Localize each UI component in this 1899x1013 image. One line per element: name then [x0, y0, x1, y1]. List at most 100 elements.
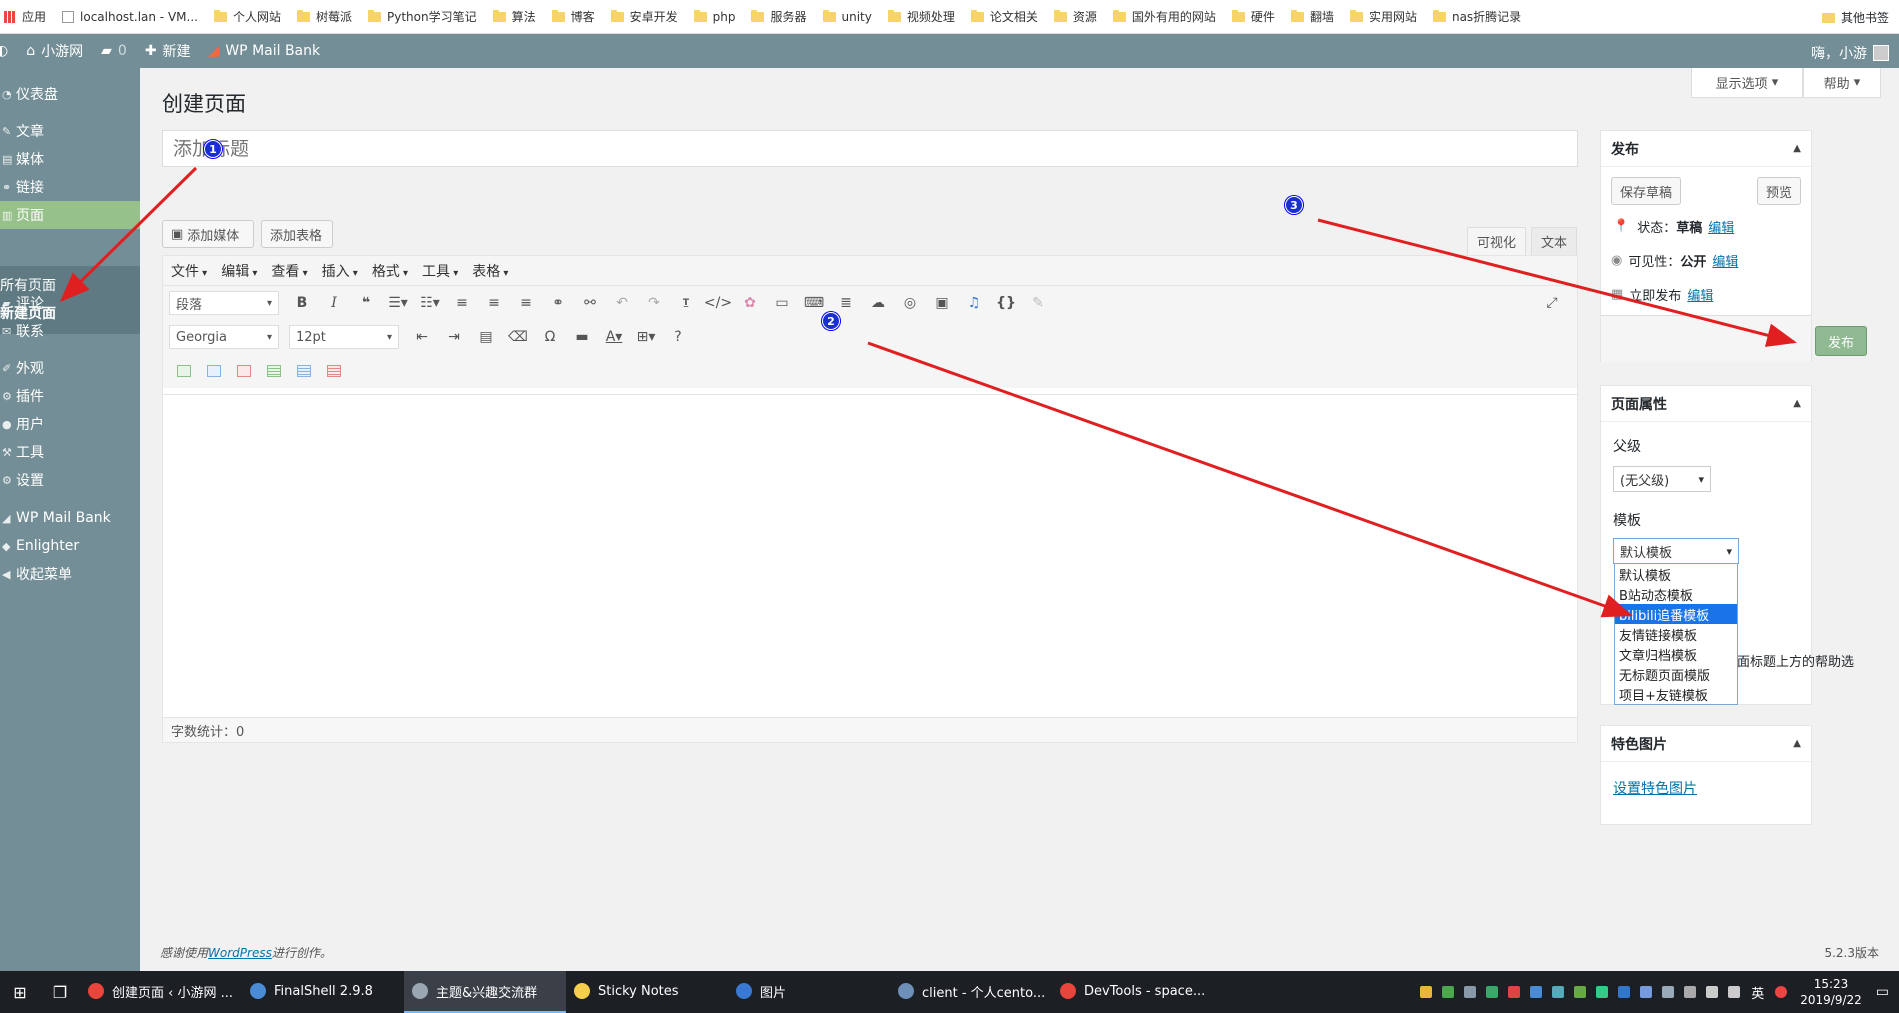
blue-box-icon[interactable]	[207, 365, 221, 377]
shield-icon[interactable]	[1420, 986, 1433, 998]
align-center-icon[interactable]: ≡	[481, 290, 507, 316]
title-input[interactable]	[162, 130, 1578, 167]
bookmark-item[interactable]: 服务器	[751, 8, 807, 25]
parent-select[interactable]: (无父级)	[1613, 466, 1711, 492]
text-color-icon[interactable]: A▾	[601, 324, 627, 350]
sidebar-item-enlighter[interactable]: ◆ Enlighter	[0, 532, 140, 560]
green-list-icon[interactable]	[267, 365, 281, 377]
unlink-icon[interactable]: ⚯	[577, 290, 603, 316]
bookmark-item[interactable]: 实用网站	[1349, 8, 1417, 25]
collapse-up-icon[interactable]: ▲	[1793, 398, 1801, 409]
sync-icon[interactable]	[1596, 986, 1609, 998]
edit-schedule-link[interactable]: 编辑	[1687, 285, 1713, 304]
blockquote-icon[interactable]: ❝	[353, 290, 379, 316]
template-option[interactable]: B站动态模板	[1615, 584, 1737, 604]
template-select[interactable]: 默认模板	[1613, 538, 1739, 564]
collapse-up-icon[interactable]: ▲	[1793, 738, 1801, 749]
featured-image-header[interactable]: 特色图片 ▲	[1601, 726, 1811, 762]
bold-icon[interactable]: B	[289, 290, 315, 316]
sidebar-item-wrench[interactable]: ⚒ 工具	[0, 438, 140, 466]
font-size-select[interactable]: 12pt	[289, 325, 399, 349]
sidebar-item-user[interactable]: ● 用户	[0, 410, 140, 438]
start-icon[interactable]: ⊞	[0, 971, 40, 1013]
bluetooth-icon[interactable]	[1618, 986, 1631, 998]
numbered-list-icon[interactable]: ☷▾	[417, 290, 443, 316]
bookmark-item[interactable]: 树莓派	[296, 8, 352, 25]
page-attributes-header[interactable]: 页面属性 ▲	[1601, 386, 1811, 422]
volume-icon[interactable]	[1728, 986, 1741, 998]
align-right-icon[interactable]: ≡	[513, 290, 539, 316]
notification-icon[interactable]: ▭	[1876, 984, 1889, 1000]
highlight-icon[interactable]: ✎	[1025, 290, 1051, 316]
taskbar-task[interactable]: FinalShell 2.9.8	[242, 971, 404, 1013]
bookmark-item[interactable]: 应用	[4, 8, 46, 25]
editor-menu-item[interactable]: 文件	[171, 261, 207, 281]
template-option[interactable]: 项目+友链模板	[1615, 684, 1737, 704]
red-box-icon[interactable]	[237, 365, 251, 377]
blue-list-icon[interactable]	[297, 365, 311, 377]
help-button[interactable]: 帮助 ▾	[1803, 68, 1881, 98]
red-list-icon[interactable]	[327, 365, 341, 377]
set-featured-image-link[interactable]: 设置特色图片	[1613, 778, 1697, 798]
comments-link[interactable]: ▰ 0	[101, 43, 127, 59]
template-option[interactable]: 默认模板	[1615, 564, 1737, 584]
sidebar-item-page[interactable]: ▥ 页面	[0, 201, 140, 229]
layers-icon[interactable]: ≣	[833, 290, 859, 316]
bookmark-item[interactable]: 翻墙	[1290, 8, 1334, 25]
sidebar-item-plugin[interactable]: ⚙ 插件	[0, 382, 140, 410]
cloud-icon[interactable]	[1640, 986, 1653, 998]
sidebar-item-mail[interactable]: ✉ 联系	[0, 317, 140, 345]
sidebar-item-comment[interactable]: ▰ 评论	[0, 289, 140, 317]
code-icon[interactable]: </>	[704, 290, 732, 316]
taskbar-task[interactable]: 创建页面 ‹ 小游网 ...	[80, 971, 242, 1013]
bookmark-item[interactable]: localhost.lan - VM...	[62, 10, 198, 24]
publish-button[interactable]: 发布	[1815, 326, 1867, 356]
tab-visual[interactable]: 可视化	[1467, 227, 1527, 255]
editor-menu-item[interactable]: 插入	[322, 261, 358, 281]
sogou-icon[interactable]	[1775, 986, 1788, 998]
site-name-link[interactable]: ⌂ 小游网	[26, 41, 83, 61]
bookmark-item[interactable]: 论文相关	[970, 8, 1038, 25]
bookmark-item[interactable]: 硬件	[1231, 8, 1275, 25]
editor-menu-item[interactable]: 工具	[422, 261, 458, 281]
sidebar-item-dashboard[interactable]: ◔ 仪表盘	[0, 80, 140, 108]
taskbar-task[interactable]: 主题&兴趣交流群	[404, 971, 566, 1013]
other-bookmarks[interactable]: 其他书签	[1821, 9, 1889, 26]
paste-text-icon[interactable]: ▤	[473, 324, 499, 350]
taskbar-task[interactable]: 图片	[728, 971, 890, 1013]
sidebar-item-brush[interactable]: ✐ 外观	[0, 354, 140, 382]
wordpress-link[interactable]: WordPress	[208, 946, 272, 960]
bookmark-item[interactable]: 博客	[551, 8, 595, 25]
editor-menu-item[interactable]: 格式	[372, 261, 408, 281]
preview-button[interactable]: 预览	[1756, 177, 1801, 205]
tool-icon[interactable]	[1508, 986, 1521, 998]
ime-indicator[interactable]: 英	[1751, 983, 1764, 1002]
music-icon[interactable]: ♫	[961, 290, 987, 316]
window-icon[interactable]: ▭	[769, 290, 795, 316]
taskbar-task[interactable]: DevTools - space...	[1052, 971, 1214, 1013]
fullscreen-icon[interactable]: ⤢	[1539, 290, 1565, 316]
publish-box-header[interactable]: 发布 ▲	[1601, 131, 1811, 167]
clear-format-icon[interactable]: ⌫	[505, 324, 531, 350]
template-option[interactable]: 文章归档模板	[1615, 644, 1737, 664]
bullet-list-icon[interactable]: ☰▾	[385, 290, 411, 316]
bilibili-icon[interactable]: ◎	[897, 290, 923, 316]
italic-icon[interactable]: I	[321, 290, 347, 316]
security-icon[interactable]	[1486, 986, 1499, 998]
edit-status-link[interactable]: 编辑	[1708, 217, 1734, 236]
table-icon[interactable]: ⊞▾	[633, 324, 659, 350]
network-icon[interactable]	[1442, 986, 1455, 998]
bookmark-item[interactable]: 安卓开发	[610, 8, 678, 25]
indent-icon[interactable]: ⇥	[441, 324, 467, 350]
keyboard-tray-icon[interactable]	[1662, 986, 1675, 998]
bookmark-item[interactable]: 个人网站	[213, 8, 281, 25]
help-icon[interactable]: ?	[665, 324, 691, 350]
screen-options-button[interactable]: 显示选项 ▾	[1691, 68, 1803, 98]
sidebar-item-media[interactable]: ▤ 媒体	[0, 145, 140, 173]
chat-icon[interactable]	[1552, 986, 1565, 998]
keyboard-icon[interactable]: ⌨	[801, 290, 827, 316]
wp-logo-icon[interactable]: ◐	[0, 43, 8, 59]
gpu-icon[interactable]	[1574, 986, 1587, 998]
editor-body[interactable]	[163, 394, 1577, 719]
bookmark-item[interactable]: unity	[822, 9, 872, 24]
